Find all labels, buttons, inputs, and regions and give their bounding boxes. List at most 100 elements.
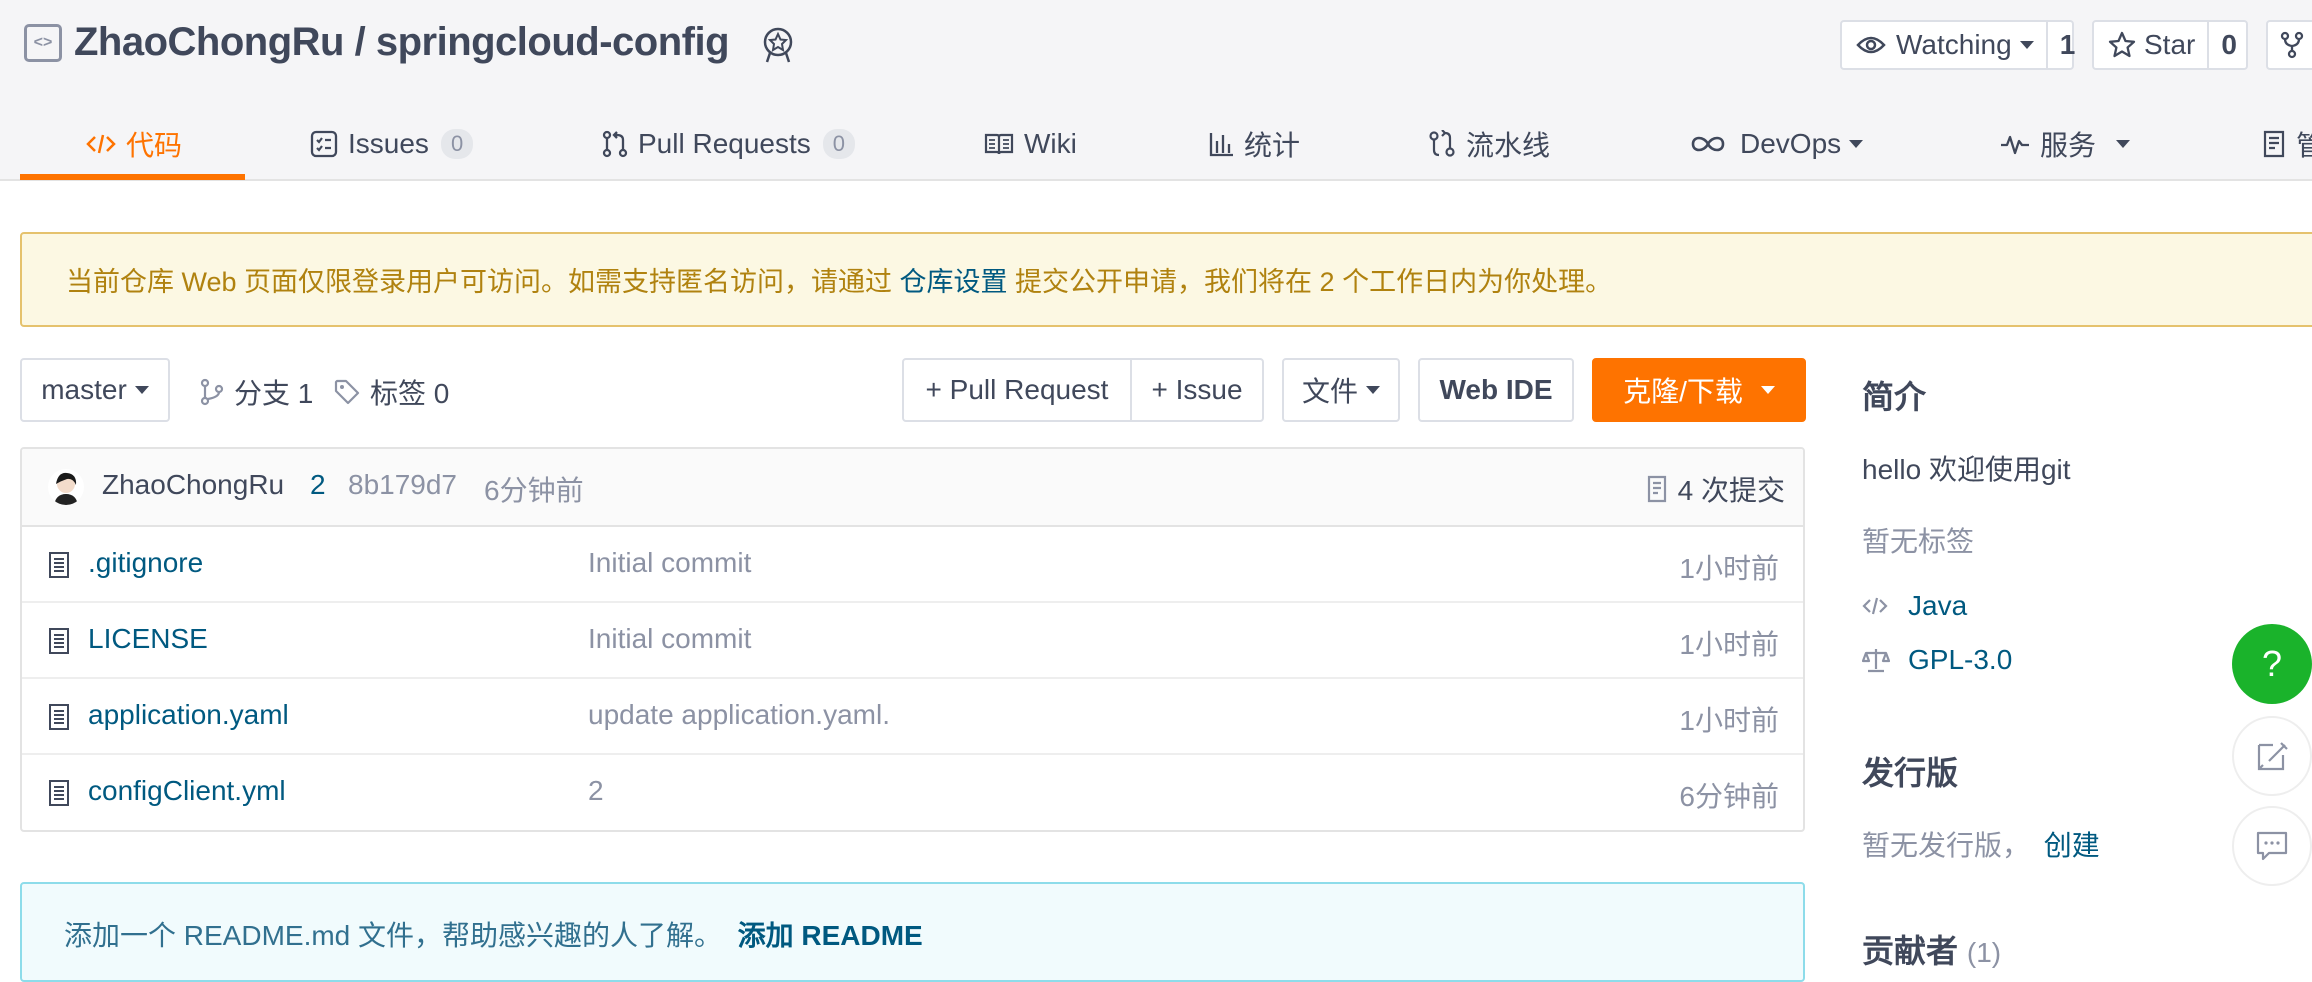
chat-icon [2256, 831, 2288, 861]
file-icon [49, 780, 69, 806]
new-issue-button[interactable]: + Issue [1130, 358, 1264, 422]
watch-label: Watching [1896, 29, 2012, 60]
chat-button[interactable] [2232, 806, 2312, 886]
file-commit-message[interactable]: 2 [588, 775, 604, 807]
table-row[interactable]: application.yaml update application.yaml… [22, 679, 1803, 755]
branch-name: master [41, 374, 127, 405]
releases-heading: 发行版 [1862, 755, 1959, 791]
badge-icon[interactable] [758, 24, 798, 64]
file-commit-message[interactable]: update application.yaml. [588, 699, 890, 731]
notice-text: 当前仓库 Web 页面仅限登录用户可访问。如需支持匿名访问，请通过 [66, 267, 900, 297]
fork-button[interactable] [2266, 20, 2312, 70]
commits-count-link[interactable]: 4 次提交 [1646, 469, 1785, 509]
commits-icon [1647, 475, 1666, 503]
tags-link[interactable]: 标签 0 [334, 372, 449, 412]
clone-download-button[interactable]: 克隆/下载 [1592, 358, 1806, 422]
watch-button[interactable]: Watching 1 [1840, 20, 2075, 70]
tab-code[interactable]: 代码 [86, 112, 182, 176]
tab-pipeline[interactable]: 流水线 [1428, 112, 1550, 176]
new-pull-request-button[interactable]: + Pull Request [902, 358, 1132, 422]
file-icon [49, 628, 69, 654]
license-link[interactable]: GPL-3.0 [1908, 644, 2012, 676]
chevron-down-icon [1849, 140, 1864, 148]
no-tags-text: 暂无标签 [1862, 526, 1975, 557]
file-name[interactable]: application.yaml [88, 699, 289, 731]
file-time: 6分钟前 [1679, 781, 1779, 812]
branches-link[interactable]: 分支 1 [200, 372, 313, 412]
tab-label: 统计 [1244, 130, 1301, 161]
files-dropdown[interactable]: 文件 [1282, 358, 1400, 422]
tab-pull-requests[interactable]: Pull Requests 0 [602, 112, 856, 176]
chevron-down-icon [2019, 41, 2034, 49]
repo-description: hello 欢迎使用git [1862, 454, 2071, 485]
star-count[interactable]: 0 [2207, 22, 2249, 68]
table-row[interactable]: LICENSE Initial commit 1小时前 [22, 603, 1803, 679]
table-row[interactable]: .gitignore Initial commit 1小时前 [22, 527, 1803, 603]
file-commit-message[interactable]: Initial commit [588, 547, 751, 579]
repo-settings-link[interactable]: 仓库设置 [900, 260, 1008, 299]
commits-count: 4 次提交 [1677, 475, 1785, 506]
add-readme-link[interactable]: 添加 README [738, 920, 923, 951]
access-notice: 当前仓库 Web 页面仅限登录用户可访问。如需支持匿名访问，请通过 仓库设置 提… [20, 232, 2312, 327]
pull-request-icon [602, 130, 628, 158]
tab-label: 流水线 [1466, 130, 1551, 161]
repo-title[interactable]: ZhaoChongRu / springcloud-config [74, 20, 730, 65]
contributors-heading: 贡献者 (1) [1862, 926, 2001, 972]
star-button[interactable]: Star 0 [2092, 20, 2248, 70]
clone-label: 克隆/下载 [1623, 376, 1743, 407]
bar-chart-icon [1209, 133, 1233, 157]
tab-label: 服务 [2040, 130, 2097, 161]
branch-selector[interactable]: master [20, 358, 170, 422]
tab-label: 管 [2296, 130, 2312, 161]
files-label: 文件 [1301, 376, 1358, 407]
file-name[interactable]: LICENSE [88, 623, 208, 655]
code-icon [86, 134, 116, 154]
pull-requests-count-badge: 0 [822, 129, 856, 159]
commit-hash[interactable]: 8b179d7 [348, 469, 457, 501]
issues-icon [310, 130, 338, 158]
tab-statistics[interactable]: 统计 [1208, 112, 1300, 176]
language-link[interactable]: Java [1908, 590, 1967, 622]
commit-author[interactable]: ZhaoChongRu [102, 469, 284, 501]
tab-services[interactable]: 服务 [2000, 112, 2131, 176]
branches-count: 分支 1 [234, 378, 314, 409]
no-releases-item: 暂无发行版， 创建 [1862, 824, 2100, 864]
web-ide-button[interactable]: Web IDE [1418, 358, 1574, 422]
tab-wiki[interactable]: Wiki [984, 112, 1077, 176]
tab-devops[interactable]: DevOps [1690, 112, 1864, 176]
watch-count[interactable]: 1 [2045, 22, 2088, 68]
file-time: 1小时前 [1679, 705, 1779, 736]
file-icon [49, 552, 69, 578]
repo-header: <> ZhaoChongRu / springcloud-config Watc… [0, 0, 2312, 181]
help-button[interactable]: ? [2232, 624, 2312, 704]
create-release-link[interactable]: 创建 [2044, 830, 2100, 861]
edit-icon [2257, 742, 2288, 771]
tab-manage[interactable]: 管 [2262, 112, 2312, 176]
pipeline-icon [1429, 130, 1455, 157]
file-time: 1小时前 [1679, 553, 1779, 584]
contributors-title: 贡献者 [1862, 933, 1959, 969]
readme-tip: 添加一个 README.md 文件，帮助感兴趣的人了解。 添加 README [20, 882, 1805, 982]
file-name[interactable]: .gitignore [88, 547, 203, 579]
language-item: Java [1862, 590, 1967, 622]
license-item: GPL-3.0 [1862, 644, 2012, 676]
file-name[interactable]: configClient.yml [88, 775, 286, 807]
commit-message[interactable]: 2 [310, 469, 326, 501]
tab-label: DevOps [1740, 128, 1842, 159]
scale-icon [1862, 649, 1890, 673]
tab-label: Pull Requests [638, 128, 811, 159]
chevron-down-icon [134, 386, 149, 394]
file-commit-message[interactable]: Initial commit [588, 623, 751, 655]
book-icon [984, 133, 1014, 155]
chevron-down-icon [1760, 386, 1775, 394]
active-tab-indicator [20, 174, 245, 180]
fork-icon [2280, 31, 2304, 59]
avatar[interactable] [48, 469, 84, 505]
star-icon [2108, 31, 2136, 58]
no-releases-text: 暂无发行版， [1862, 830, 2031, 861]
readme-tip-text: 添加一个 README.md 文件，帮助感兴趣的人了解。 [64, 920, 730, 951]
table-row[interactable]: configClient.yml 2 6分钟前 [22, 755, 1803, 830]
branch-icon [200, 378, 224, 406]
tab-issues[interactable]: Issues 0 [310, 112, 474, 176]
feedback-button[interactable] [2232, 716, 2312, 796]
